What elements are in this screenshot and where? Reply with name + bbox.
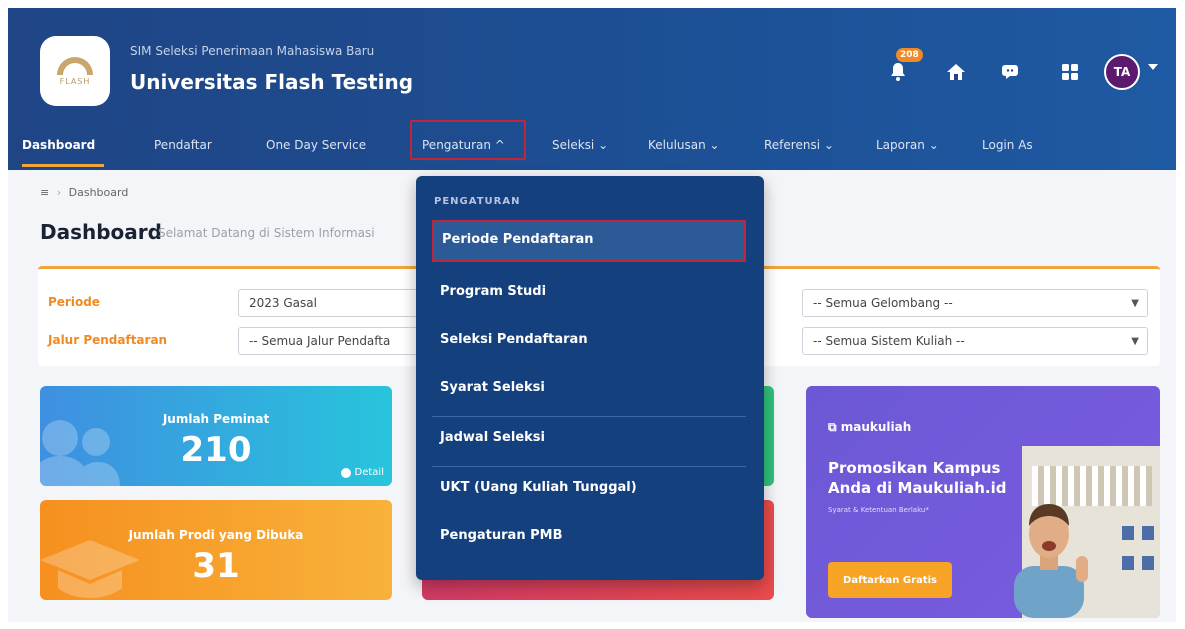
nav-laporan[interactable]: Laporan ⌄: [876, 138, 939, 152]
page-subtitle: Selamat Datang di Sistem Informasi: [158, 226, 375, 240]
user-avatar[interactable]: TA: [1104, 54, 1140, 90]
nav-pengaturan-highlight: [410, 120, 526, 160]
maukuliah-logo-icon: ⧉: [828, 420, 841, 434]
app-subtitle: SIM Seleksi Penerimaan Mahasiswa Baru: [130, 44, 375, 58]
periode-select[interactable]: 2023 Gasal: [238, 289, 438, 317]
logo-arc: [57, 56, 93, 75]
menu-item-seleksi-pendaftaran[interactable]: Seleksi Pendaftaran: [416, 320, 764, 362]
detail-link[interactable]: Detail: [340, 467, 384, 478]
menu-item-pengaturan-pmb[interactable]: Pengaturan PMB: [416, 516, 764, 558]
university-logo[interactable]: FLASH: [40, 36, 110, 106]
promo-banner[interactable]: ⧉ maukuliah Promosikan Kampus Anda di Ma…: [806, 386, 1160, 618]
nav-seleksi[interactable]: Seleksi ⌄: [552, 138, 608, 152]
building-window: [1122, 526, 1134, 540]
breadcrumb-separator: ›: [56, 186, 62, 199]
pengaturan-dropdown: PENGATURAN Periode Pendaftaran Program S…: [416, 176, 764, 580]
gelombang-value: -- Semua Gelombang --: [813, 296, 953, 310]
prodi-value: 31: [192, 546, 240, 586]
nav-pendaftar[interactable]: Pendaftar: [154, 138, 212, 152]
breadcrumb: ≡ › Dashboard: [40, 186, 128, 199]
chevron-down-icon: ▼: [1131, 336, 1139, 347]
daftarkan-gratis-button[interactable]: Daftarkan Gratis: [828, 562, 952, 598]
top-header: FLASH SIM Seleksi Penerimaan Mahasiswa B…: [8, 8, 1176, 170]
chevron-down-icon[interactable]: [1148, 64, 1158, 70]
breadcrumb-current: Dashboard: [68, 186, 129, 199]
maukuliah-brand: ⧉ maukuliah: [828, 420, 911, 435]
jalur-select[interactable]: -- Semua Jalur Pendafta: [238, 327, 438, 355]
menu-item-jadwal-seleksi[interactable]: Jadwal Seleksi: [416, 418, 764, 460]
logo-text: FLASH: [59, 76, 91, 86]
chat-icon[interactable]: [1000, 60, 1024, 84]
dropdown-header: PENGATURAN: [434, 196, 521, 207]
menu-item-ukt[interactable]: UKT (Uang Kuliah Tunggal): [416, 468, 764, 510]
grid-icon[interactable]: [1058, 60, 1082, 84]
nav-one-day-service[interactable]: One Day Service: [266, 138, 366, 152]
menu-item-periode-pendaftaran[interactable]: Periode Pendaftaran: [432, 220, 746, 262]
brand-label: maukuliah: [840, 420, 912, 434]
nav-kelulusan[interactable]: Kelulusan ⌄: [648, 138, 720, 152]
peminat-label: Jumlah Peminat: [162, 412, 270, 426]
gelombang-select[interactable]: -- Semua Gelombang -- ▼: [802, 289, 1148, 317]
jalur-label: Jalur Pendaftaran: [48, 333, 168, 347]
promo-note: Syarat & Ketentuan Berlaku*: [828, 506, 929, 514]
menu-item-program-studi[interactable]: Program Studi: [416, 272, 764, 314]
student-photo: [1014, 504, 1088, 618]
app-title: Universitas Flash Testing: [130, 70, 414, 94]
peminat-card: Jumlah Peminat 210 Detail: [40, 386, 392, 486]
app-window: FLASH SIM Seleksi Penerimaan Mahasiswa B…: [8, 8, 1176, 622]
periode-label: Periode: [48, 295, 100, 309]
page-title: Dashboard: [40, 220, 162, 244]
bell-icon[interactable]: [886, 60, 910, 84]
building-window: [1122, 556, 1134, 570]
detail-label: Detail: [354, 467, 384, 478]
menu-divider: [432, 466, 746, 467]
nav-referensi[interactable]: Referensi ⌄: [764, 138, 834, 152]
building-window: [1142, 526, 1154, 540]
home-icon[interactable]: [944, 60, 968, 84]
building-window: [1142, 556, 1154, 570]
menu-divider: [432, 416, 746, 417]
prodi-card: Jumlah Prodi yang Dibuka 31: [40, 500, 392, 600]
promo-headline: Promosikan Kampus Anda di Maukuliah.id: [828, 459, 1007, 497]
sistem-kuliah-value: -- Semua Sistem Kuliah --: [813, 334, 965, 348]
jalur-value: -- Semua Jalur Pendafta: [249, 334, 391, 348]
peminat-value: 210: [180, 430, 252, 470]
info-icon: [340, 467, 351, 478]
periode-value: 2023 Gasal: [249, 296, 317, 310]
menu-icon[interactable]: ≡: [40, 186, 49, 199]
nav-dashboard[interactable]: Dashboard: [22, 138, 95, 152]
nav-login-as[interactable]: Login As: [982, 138, 1033, 152]
main-nav: Dashboard Pendaftar One Day Service Peng…: [8, 126, 1176, 170]
sistem-kuliah-select[interactable]: -- Semua Sistem Kuliah -- ▼: [802, 327, 1148, 355]
menu-item-syarat-seleksi[interactable]: Syarat Seleksi: [416, 368, 764, 410]
notification-badge: 208: [896, 48, 923, 62]
active-nav-indicator: [22, 164, 104, 167]
prodi-label: Jumlah Prodi yang Dibuka: [128, 528, 304, 542]
chevron-down-icon: ▼: [1131, 298, 1139, 309]
